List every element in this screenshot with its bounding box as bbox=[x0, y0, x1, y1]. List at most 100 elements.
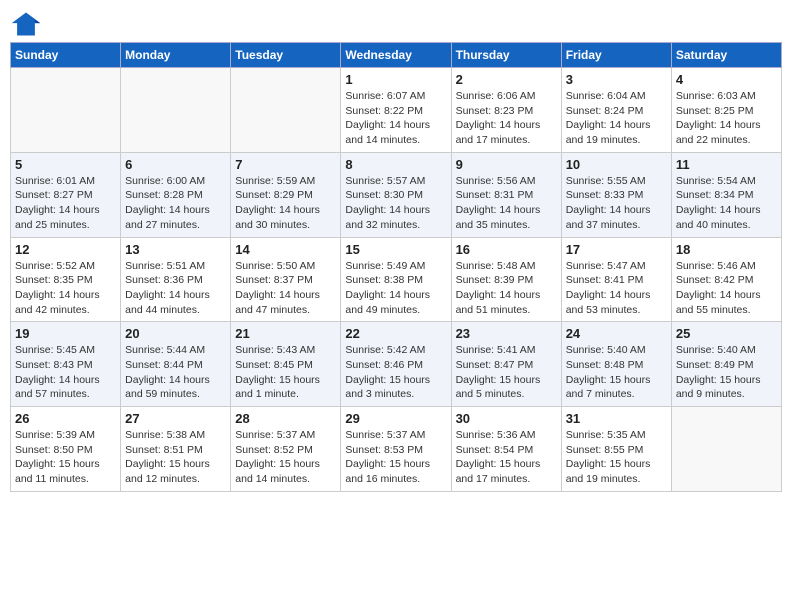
day-number: 5 bbox=[15, 157, 116, 172]
calendar-cell: 7 Sunrise: 5:59 AMSunset: 8:29 PMDaylight… bbox=[231, 152, 341, 237]
calendar-cell: 26 Sunrise: 5:39 AMSunset: 8:50 PMDayligh… bbox=[11, 407, 121, 492]
calendar-cell: 20 Sunrise: 5:44 AMSunset: 8:44 PMDayligh… bbox=[121, 322, 231, 407]
calendar-cell: 9 Sunrise: 5:56 AMSunset: 8:31 PMDaylight… bbox=[451, 152, 561, 237]
day-number: 13 bbox=[125, 242, 226, 257]
day-info: Sunrise: 5:37 AMSunset: 8:53 PMDaylight:… bbox=[345, 428, 446, 487]
calendar-cell: 24Sunrise: 5:40 AMSunset: 8:48 PMDayligh… bbox=[561, 322, 671, 407]
day-number: 29 bbox=[345, 411, 446, 426]
day-number: 20 bbox=[125, 326, 226, 341]
calendar-cell: 29 Sunrise: 5:37 AMSunset: 8:53 PMDayligh… bbox=[341, 407, 451, 492]
day-info: Sunrise: 5:36 AMSunset: 8:54 PMDaylight:… bbox=[456, 428, 557, 487]
day-info: Sunrise: 5:59 AMSunset: 8:29 PMDaylight:… bbox=[235, 174, 336, 233]
day-number: 7 bbox=[235, 157, 336, 172]
day-info: Sunrise: 5:42 AMSunset: 8:46 PMDaylight:… bbox=[345, 343, 446, 402]
day-info: Sunrise: 5:35 AMSunset: 8:55 PMDaylight:… bbox=[566, 428, 667, 487]
day-number: 28 bbox=[235, 411, 336, 426]
day-number: 8 bbox=[345, 157, 446, 172]
calendar-cell: 30 Sunrise: 5:36 AMSunset: 8:54 PMDayligh… bbox=[451, 407, 561, 492]
week-row-3: 12 Sunrise: 5:52 AMSunset: 8:35 PMDayligh… bbox=[11, 237, 782, 322]
day-number: 4 bbox=[676, 72, 777, 87]
day-info: Sunrise: 5:51 AMSunset: 8:36 PMDaylight:… bbox=[125, 259, 226, 318]
day-number: 14 bbox=[235, 242, 336, 257]
calendar-cell: 15 Sunrise: 5:49 AMSunset: 8:38 PMDayligh… bbox=[341, 237, 451, 322]
calendar-cell: 11 Sunrise: 5:54 AMSunset: 8:34 PMDayligh… bbox=[671, 152, 781, 237]
calendar-cell bbox=[231, 68, 341, 153]
day-info: Sunrise: 5:54 AMSunset: 8:34 PMDaylight:… bbox=[676, 174, 777, 233]
calendar-cell: 25 Sunrise: 5:40 AMSunset: 8:49 PMDayligh… bbox=[671, 322, 781, 407]
day-info: Sunrise: 5:39 AMSunset: 8:50 PMDaylight:… bbox=[15, 428, 116, 487]
calendar-cell: 18Sunrise: 5:46 AMSunset: 8:42 PMDayligh… bbox=[671, 237, 781, 322]
logo-icon bbox=[10, 10, 42, 38]
day-info: Sunrise: 5:47 AMSunset: 8:41 PMDaylight:… bbox=[566, 259, 667, 318]
day-info: Sunrise: 5:45 AMSunset: 8:43 PMDaylight:… bbox=[15, 343, 116, 402]
calendar-cell: 19 Sunrise: 5:45 AMSunset: 8:43 PMDayligh… bbox=[11, 322, 121, 407]
calendar-cell: 21 Sunrise: 5:43 AMSunset: 8:45 PMDayligh… bbox=[231, 322, 341, 407]
calendar-cell bbox=[11, 68, 121, 153]
day-number: 25 bbox=[676, 326, 777, 341]
day-info: Sunrise: 5:43 AMSunset: 8:45 PMDaylight:… bbox=[235, 343, 336, 402]
day-number: 17 bbox=[566, 242, 667, 257]
day-info: Sunrise: 5:48 AMSunset: 8:39 PMDaylight:… bbox=[456, 259, 557, 318]
weekday-header-wednesday: Wednesday bbox=[341, 43, 451, 68]
day-number: 16 bbox=[456, 242, 557, 257]
day-number: 9 bbox=[456, 157, 557, 172]
day-info: Sunrise: 5:49 AMSunset: 8:38 PMDaylight:… bbox=[345, 259, 446, 318]
day-number: 1 bbox=[345, 72, 446, 87]
day-number: 21 bbox=[235, 326, 336, 341]
weekday-header-sunday: Sunday bbox=[11, 43, 121, 68]
calendar-cell: 4 Sunrise: 6:03 AMSunset: 8:25 PMDaylight… bbox=[671, 68, 781, 153]
calendar-cell: 13 Sunrise: 5:51 AMSunset: 8:36 PMDayligh… bbox=[121, 237, 231, 322]
day-info: Sunrise: 5:52 AMSunset: 8:35 PMDaylight:… bbox=[15, 259, 116, 318]
day-number: 27 bbox=[125, 411, 226, 426]
calendar-cell: 12 Sunrise: 5:52 AMSunset: 8:35 PMDayligh… bbox=[11, 237, 121, 322]
day-info: Sunrise: 6:03 AMSunset: 8:25 PMDaylight:… bbox=[676, 89, 777, 148]
calendar-cell: 10Sunrise: 5:55 AMSunset: 8:33 PMDayligh… bbox=[561, 152, 671, 237]
calendar-cell: 22 Sunrise: 5:42 AMSunset: 8:46 PMDayligh… bbox=[341, 322, 451, 407]
day-number: 6 bbox=[125, 157, 226, 172]
weekday-header-tuesday: Tuesday bbox=[231, 43, 341, 68]
page-header bbox=[10, 10, 782, 38]
weekday-header-friday: Friday bbox=[561, 43, 671, 68]
calendar-cell: 14Sunrise: 5:50 AMSunset: 8:37 PMDayligh… bbox=[231, 237, 341, 322]
calendar-cell: 31 Sunrise: 5:35 AMSunset: 8:55 PMDayligh… bbox=[561, 407, 671, 492]
day-info: Sunrise: 6:04 AMSunset: 8:24 PMDaylight:… bbox=[566, 89, 667, 148]
day-info: Sunrise: 5:56 AMSunset: 8:31 PMDaylight:… bbox=[456, 174, 557, 233]
calendar-cell: 5 Sunrise: 6:01 AMSunset: 8:27 PMDaylight… bbox=[11, 152, 121, 237]
calendar: SundayMondayTuesdayWednesdayThursdayFrid… bbox=[10, 42, 782, 492]
day-number: 11 bbox=[676, 157, 777, 172]
day-number: 26 bbox=[15, 411, 116, 426]
day-number: 19 bbox=[15, 326, 116, 341]
day-number: 23 bbox=[456, 326, 557, 341]
weekday-header-saturday: Saturday bbox=[671, 43, 781, 68]
logo bbox=[10, 10, 46, 38]
calendar-cell: 8 Sunrise: 5:57 AMSunset: 8:30 PMDaylight… bbox=[341, 152, 451, 237]
weekday-header-monday: Monday bbox=[121, 43, 231, 68]
week-row-1: 1Sunrise: 6:07 AMSunset: 8:22 PMDaylight… bbox=[11, 68, 782, 153]
day-number: 22 bbox=[345, 326, 446, 341]
calendar-cell: 2Sunrise: 6:06 AMSunset: 8:23 PMDaylight… bbox=[451, 68, 561, 153]
calendar-cell: 28Sunrise: 5:37 AMSunset: 8:52 PMDayligh… bbox=[231, 407, 341, 492]
day-number: 24 bbox=[566, 326, 667, 341]
day-number: 12 bbox=[15, 242, 116, 257]
calendar-cell bbox=[671, 407, 781, 492]
day-info: Sunrise: 6:01 AMSunset: 8:27 PMDaylight:… bbox=[15, 174, 116, 233]
day-number: 2 bbox=[456, 72, 557, 87]
weekday-header-row: SundayMondayTuesdayWednesdayThursdayFrid… bbox=[11, 43, 782, 68]
calendar-cell: 23Sunrise: 5:41 AMSunset: 8:47 PMDayligh… bbox=[451, 322, 561, 407]
calendar-cell: 17 Sunrise: 5:47 AMSunset: 8:41 PMDayligh… bbox=[561, 237, 671, 322]
day-info: Sunrise: 5:46 AMSunset: 8:42 PMDaylight:… bbox=[676, 259, 777, 318]
calendar-cell: 6Sunrise: 6:00 AMSunset: 8:28 PMDaylight… bbox=[121, 152, 231, 237]
week-row-4: 19 Sunrise: 5:45 AMSunset: 8:43 PMDayligh… bbox=[11, 322, 782, 407]
week-row-5: 26 Sunrise: 5:39 AMSunset: 8:50 PMDayligh… bbox=[11, 407, 782, 492]
calendar-cell: 1Sunrise: 6:07 AMSunset: 8:22 PMDaylight… bbox=[341, 68, 451, 153]
calendar-cell: 27Sunrise: 5:38 AMSunset: 8:51 PMDayligh… bbox=[121, 407, 231, 492]
day-number: 30 bbox=[456, 411, 557, 426]
calendar-cell bbox=[121, 68, 231, 153]
day-number: 15 bbox=[345, 242, 446, 257]
week-row-2: 5 Sunrise: 6:01 AMSunset: 8:27 PMDaylight… bbox=[11, 152, 782, 237]
day-info: Sunrise: 5:44 AMSunset: 8:44 PMDaylight:… bbox=[125, 343, 226, 402]
calendar-cell: 16 Sunrise: 5:48 AMSunset: 8:39 PMDayligh… bbox=[451, 237, 561, 322]
day-number: 31 bbox=[566, 411, 667, 426]
day-info: Sunrise: 5:57 AMSunset: 8:30 PMDaylight:… bbox=[345, 174, 446, 233]
day-info: Sunrise: 5:40 AMSunset: 8:49 PMDaylight:… bbox=[676, 343, 777, 402]
